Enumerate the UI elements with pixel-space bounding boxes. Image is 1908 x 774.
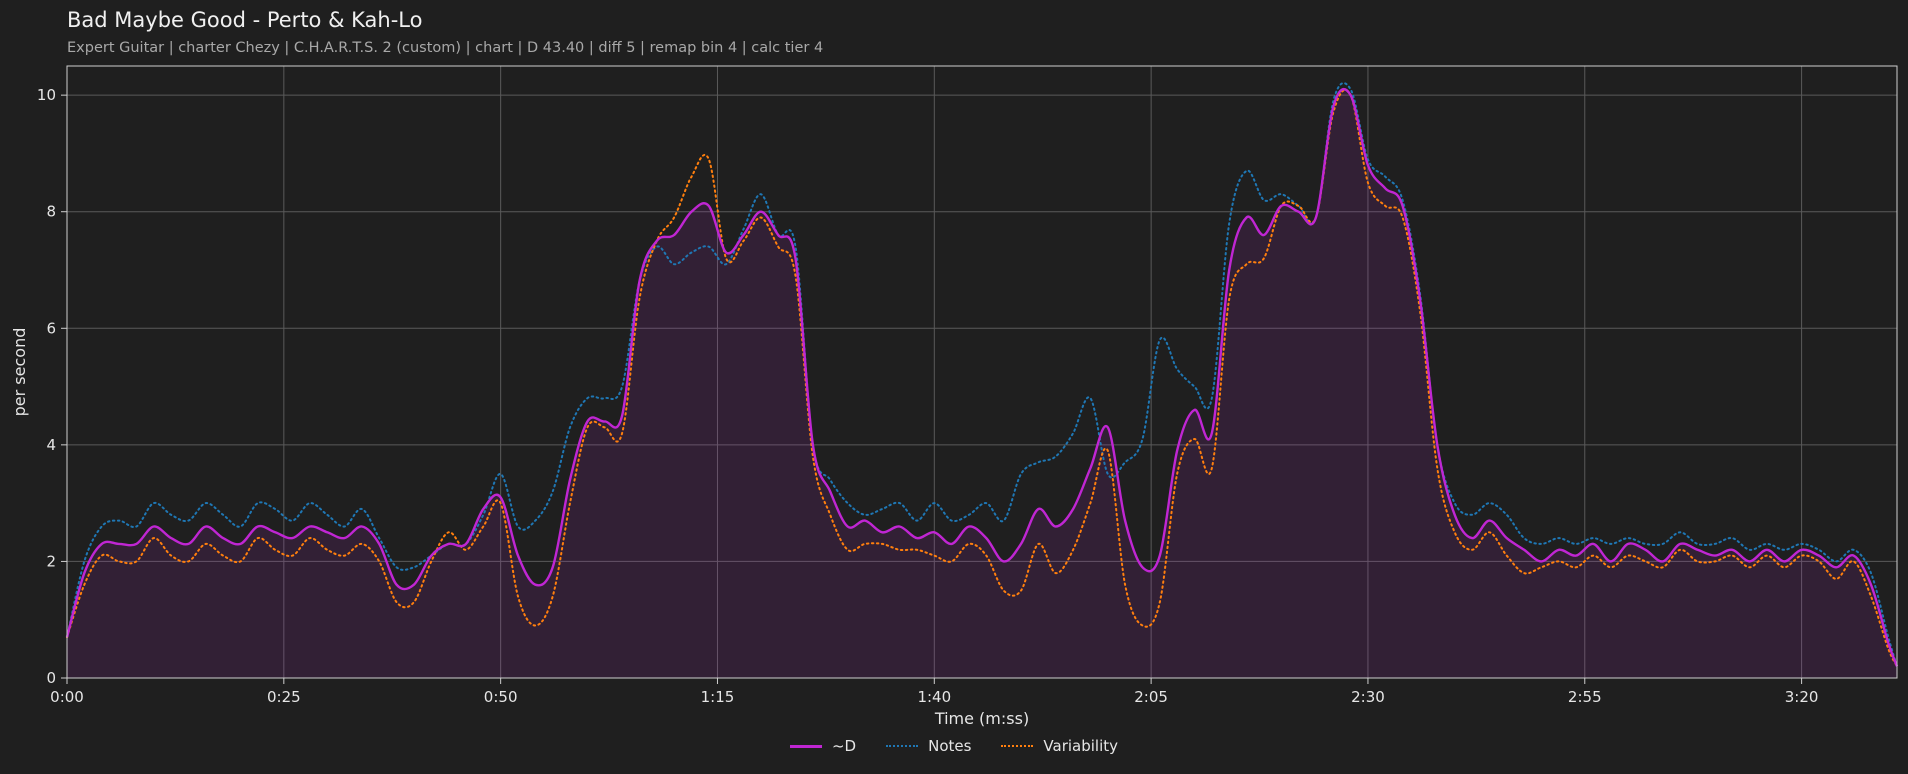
legend-item: Variability xyxy=(1001,737,1118,755)
legend-label: Variability xyxy=(1043,737,1119,755)
x-tick-label: 2:55 xyxy=(1568,688,1602,706)
x-tick-label: 1:15 xyxy=(701,688,735,706)
legend-label: Notes xyxy=(928,737,972,755)
y-tick-label: 2 xyxy=(46,552,56,570)
x-axis-label: Time (m:ss) xyxy=(934,709,1029,728)
y-tick-label: 0 xyxy=(46,669,56,687)
x-tick-label: 0:25 xyxy=(267,688,301,706)
y-tick-label: 10 xyxy=(37,86,56,104)
legend-item: ~D xyxy=(789,737,857,755)
x-tick-label: 0:00 xyxy=(50,688,84,706)
legend: ~D Notes Variability xyxy=(0,737,1908,755)
legend-swatch xyxy=(789,744,822,748)
series-area-d xyxy=(67,89,1897,679)
x-tick-label: 2:05 xyxy=(1134,688,1168,706)
x-tick-label: 0:50 xyxy=(484,688,518,706)
legend-item: Notes xyxy=(886,737,971,755)
area-fill xyxy=(67,89,1897,679)
legend-swatch xyxy=(886,745,919,747)
y-axis-label: per second xyxy=(10,328,29,417)
x-tick-label: 2:30 xyxy=(1351,688,1385,706)
y-tick-label: 4 xyxy=(46,436,56,454)
legend-label: ~D xyxy=(831,737,857,755)
x-tick-label: 1:40 xyxy=(917,688,951,706)
y-tick-label: 6 xyxy=(46,319,56,337)
y-tick-label: 8 xyxy=(46,203,56,221)
x-tick-label: 3:20 xyxy=(1785,688,1819,706)
chart-svg: 0:00 0:25 0:50 1:15 1:40 2:05 2:30 2:55 3:20 0 2 4 6… xyxy=(10,65,1899,728)
legend-swatch xyxy=(1001,745,1034,747)
